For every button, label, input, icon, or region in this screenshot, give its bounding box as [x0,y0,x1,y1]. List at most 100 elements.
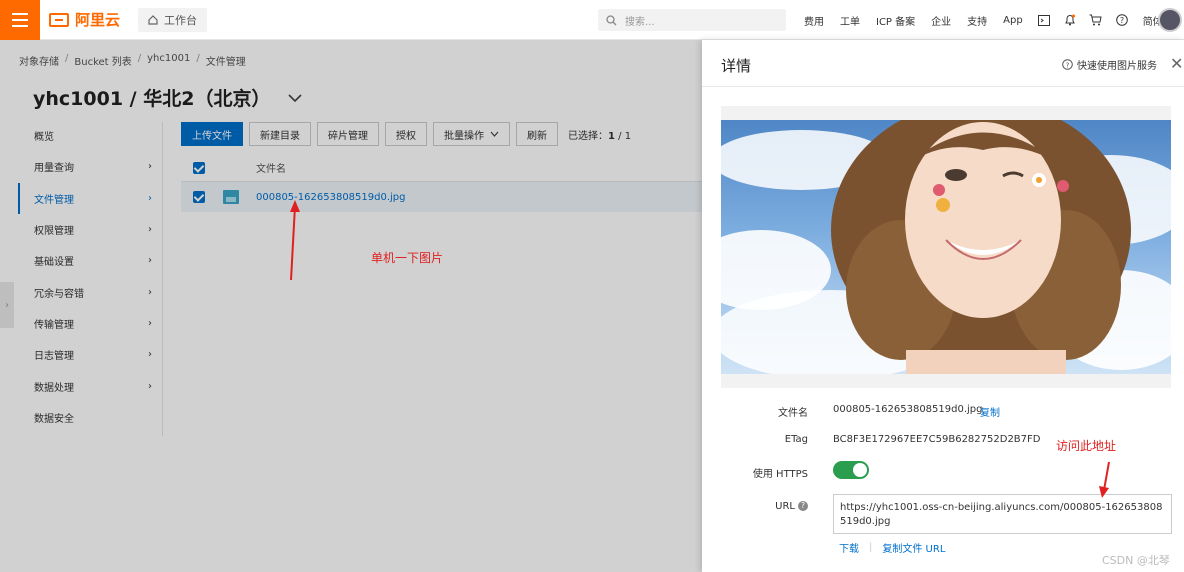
chevron-down-icon [490,131,499,137]
nav-enterprise[interactable]: 企业 [923,13,959,28]
etag-label: ETag [784,434,808,445]
annotation-arrow [1099,461,1110,498]
https-toggle[interactable] [833,461,869,479]
chevron-right-icon: › [148,224,152,236]
selected-total: 1 [624,130,632,142]
sidebar-item-label: 日志管理 [34,351,74,363]
chevron-right-icon[interactable]: › [0,282,14,328]
sidebar-item-label: 冗余与容错 [34,288,84,300]
selected-count: 1 [608,130,615,142]
nav-tickets[interactable]: 工单 [832,13,868,28]
terminal-icon[interactable] [1031,14,1057,26]
menu-icon[interactable] [0,0,40,40]
select-all-checkbox[interactable] [193,161,205,174]
upload-button[interactable]: 上传文件 [181,122,243,146]
svg-text:?: ? [1120,16,1124,25]
bell-icon[interactable] [1057,14,1083,26]
sidebar-item-permissions[interactable]: 权限管理 › [18,214,162,245]
sidebar-item-data-processing[interactable]: 数据处理 › [18,370,162,401]
cart-icon[interactable] [1083,14,1109,26]
drawer-divider [702,86,1184,87]
authorize-button[interactable]: 授权 [385,122,427,146]
sidebar-item-file-management[interactable]: 文件管理 › [18,182,162,214]
sidebar-item-transfer[interactable]: 传输管理 › [18,308,162,339]
search-icon [606,14,617,25]
batch-operation-button[interactable]: 批量操作 [433,122,510,146]
sidebar-item-label: 权限管理 [34,226,74,238]
nav-icp[interactable]: ICP 备案 [868,13,923,28]
new-directory-button[interactable]: 新建目录 [249,122,311,146]
breadcrumb: 对象存储 / Bucket 列表 / yhc1001 / 文件管理 [19,53,246,68]
breadcrumb-bucket-list[interactable]: Bucket 列表 [74,53,131,68]
breadcrumb-sep: / [65,53,69,64]
filename-column-header: 文件名 [256,164,286,175]
sidebar-item-label: 数据处理 [34,382,74,394]
sidebar-item-overview[interactable]: 概览 [18,120,162,151]
selection-count: 已选择：1 / 1 [568,127,631,142]
file-name-link[interactable]: 000805-162653808519d0.jpg [256,192,406,203]
sidebar-item-label: 基础设置 [34,257,74,269]
sidebar-item-redundancy[interactable]: 冗余与容错 › [18,276,162,307]
search-input[interactable]: 搜索... [598,9,786,31]
annotation-visit-url: 访问此地址 [1056,439,1117,453]
row-checkbox[interactable] [193,191,205,203]
annotation-arrow [290,200,300,281]
sidebar-item-label: 用量查询 [34,163,74,175]
etag-value: BC8F3E172967EE7C59B6282752D2B7FD [833,434,1041,445]
watermark: CSDN @北琴 [1102,554,1170,567]
bucket-sidebar: 概览 用量查询 › 文件管理 › 权限管理 › 基础设置 › 冗余与容错 › 传输管理 › … [18,120,162,433]
copy-filename-link[interactable]: 复制 [980,404,1000,419]
filename-value: 000805-162653808519d0.jpg [833,404,983,415]
help-link-label: 快速使用图片服务 [1077,61,1157,72]
sidebar-item-label: 文件管理 [34,194,74,206]
breadcrumb-bucket[interactable]: yhc1001 [147,53,190,68]
copy-url-link[interactable]: 复制文件 URL [882,540,945,555]
image-service-help-link[interactable]: ? 快速使用图片服务 [1062,57,1157,72]
avatar[interactable] [1158,8,1182,32]
chevron-right-icon: › [148,286,152,298]
workbench-button[interactable]: 工作台 [138,7,208,32]
selected-sep: / [618,130,622,142]
batch-operation-label: 批量操作 [444,130,484,142]
sidebar-divider [162,122,163,436]
sidebar-item-basic-settings[interactable]: 基础设置 › [18,245,162,276]
refresh-button[interactable]: 刷新 [516,122,558,146]
selected-label: 已选择： [568,130,608,142]
chevron-right-icon: › [148,161,152,173]
sidebar-item-data-security[interactable]: 数据安全 [18,402,162,433]
nav-billing[interactable]: 费用 [796,13,832,28]
top-navigation-bar: 阿里云 工作台 搜索... 费用 工单 ICP 备案 企业 支持 App ? 简… [0,0,1184,40]
close-icon[interactable]: ✕ [1170,54,1183,73]
breadcrumb-sep: / [196,53,200,64]
breadcrumb-sep: / [137,53,142,64]
svg-text:?: ? [1066,61,1070,69]
https-label: 使用 HTTPS [752,469,808,480]
bucket-title-text: yhc1001 / 华北2（北京） [33,88,271,110]
image-preview[interactable] [721,120,1171,374]
fragment-management-button[interactable]: 碎片管理 [317,122,379,146]
filename-label: 文件名 [778,408,808,419]
nav-app[interactable]: App [995,15,1031,26]
help-icon: ? [1062,59,1073,70]
preview-photo [721,120,1171,374]
page-title: yhc1001 / 华北2（北京） [33,84,303,111]
help-icon[interactable]: ? [798,501,808,511]
sidebar-item-usage[interactable]: 用量查询 › [18,151,162,182]
nav-support[interactable]: 支持 [959,13,995,28]
help-icon[interactable]: ? [1109,14,1135,26]
sidebar-item-logs[interactable]: 日志管理 › [18,339,162,370]
drawer-title: 详情 [721,57,752,75]
logo-text: 阿里云 [75,11,121,29]
detail-drawer: 详情 ? 快速使用图片服务 ✕ 文件名 000805-162653808519d… [702,40,1184,572]
home-icon [148,14,158,25]
top-nav-links: 费用 工单 ICP 备案 企业 支持 App ? 简体 [796,0,1171,40]
aliyun-logo[interactable]: 阿里云 [49,9,120,30]
table-row[interactable]: 000805-162653808519d0.jpg [181,182,702,212]
aliyun-logo-mark [49,12,69,27]
image-file-icon [223,190,239,204]
chevron-down-icon[interactable] [288,93,303,103]
table-header: 文件名 [181,154,702,182]
download-link[interactable]: 下载 [839,540,859,555]
url-field[interactable]: https://yhc1001.oss-cn-beijing.aliyuncs.… [833,494,1172,534]
breadcrumb-oss[interactable]: 对象存储 [19,53,59,68]
